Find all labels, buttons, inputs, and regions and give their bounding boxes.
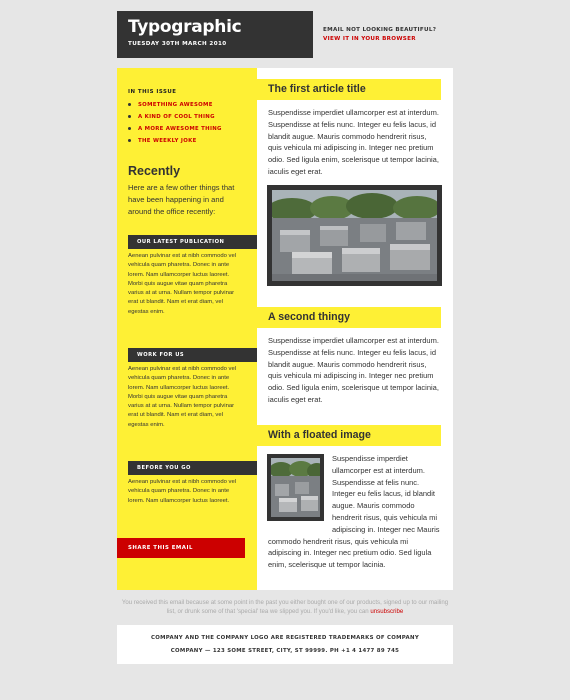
- issue-list: SOMETHING AWESOME A KIND OF COOL THING A…: [128, 100, 222, 148]
- bullet-dot-icon: [128, 103, 131, 106]
- float-spacer: [268, 453, 332, 525]
- issue-date: TUESDAY 30TH MARCH 2010: [128, 41, 227, 47]
- recently-intro: Here are a few other things that have be…: [128, 183, 235, 216]
- issue-link-4[interactable]: THE WEEKLY JOKE: [128, 136, 222, 148]
- section-heading-publication: OUR LATEST PUBLICATION: [128, 235, 257, 249]
- article-3-text: Suspendisse imperdiet ullamcorper est at…: [268, 453, 440, 570]
- issue-link-3[interactable]: A MORE AWESOME THING: [128, 124, 222, 136]
- bullet-dot-icon: [128, 139, 131, 142]
- bullet-dot-icon: [128, 127, 131, 130]
- view-in-browser-link[interactable]: VIEW IT IN YOUR BROWSER: [323, 35, 436, 44]
- memorial-photo: [272, 190, 437, 281]
- article-2-title: A second thingy: [257, 307, 441, 328]
- share-email-button[interactable]: SHARE THIS EMAIL: [117, 538, 245, 558]
- notice-text: EMAIL NOT LOOKING BEAUTIFUL?: [323, 27, 437, 33]
- section-text-work: Aenean pulvinar est at nibh commodo vel …: [128, 366, 237, 428]
- section-heading-work: WORK FOR US: [128, 348, 257, 362]
- issue-link-2[interactable]: A KIND OF COOL THING: [128, 112, 222, 124]
- in-this-issue-heading: IN THIS ISSUE: [128, 89, 177, 95]
- browser-notice: EMAIL NOT LOOKING BEAUTIFUL? VIEW IT IN …: [323, 26, 436, 44]
- issue-link-1[interactable]: SOMETHING AWESOME: [128, 100, 222, 112]
- masthead: Typographic TUESDAY 30TH MARCH 2010: [117, 11, 313, 58]
- section-text-publication: Aenean pulvinar est at nibh commodo vel …: [128, 253, 237, 315]
- unsubscribe-link[interactable]: unsubscribe: [370, 608, 403, 615]
- article-2-text: Suspendisse imperdiet ullamcorper est at…: [268, 336, 439, 404]
- address-line: COMPANY — 123 SOME STREET, CITY, ST 9999…: [170, 648, 400, 654]
- section-text-before-you-go: Aenean pulvinar est at nibh commodo vel …: [128, 479, 237, 504]
- article-3-title: With a floated image: [257, 425, 441, 446]
- disclaimer: You received this email because at some …: [117, 598, 453, 616]
- section-heading-before-you-go: BEFORE YOU GO: [128, 461, 257, 475]
- trademark-line: COMPANY AND THE COMPANY LOGO ARE REGISTE…: [150, 635, 420, 641]
- article-1-text: Suspendisse imperdiet ullamcorper est at…: [268, 108, 439, 176]
- article-1-image: [267, 185, 442, 286]
- article-1-title: The first article title: [257, 79, 441, 100]
- bullet-dot-icon: [128, 115, 131, 118]
- photo-graphic: [272, 190, 437, 281]
- footer: COMPANY AND THE COMPANY LOGO ARE REGISTE…: [117, 625, 453, 664]
- recently-heading: Recently: [128, 164, 181, 178]
- newsletter-title: Typographic: [128, 17, 242, 37]
